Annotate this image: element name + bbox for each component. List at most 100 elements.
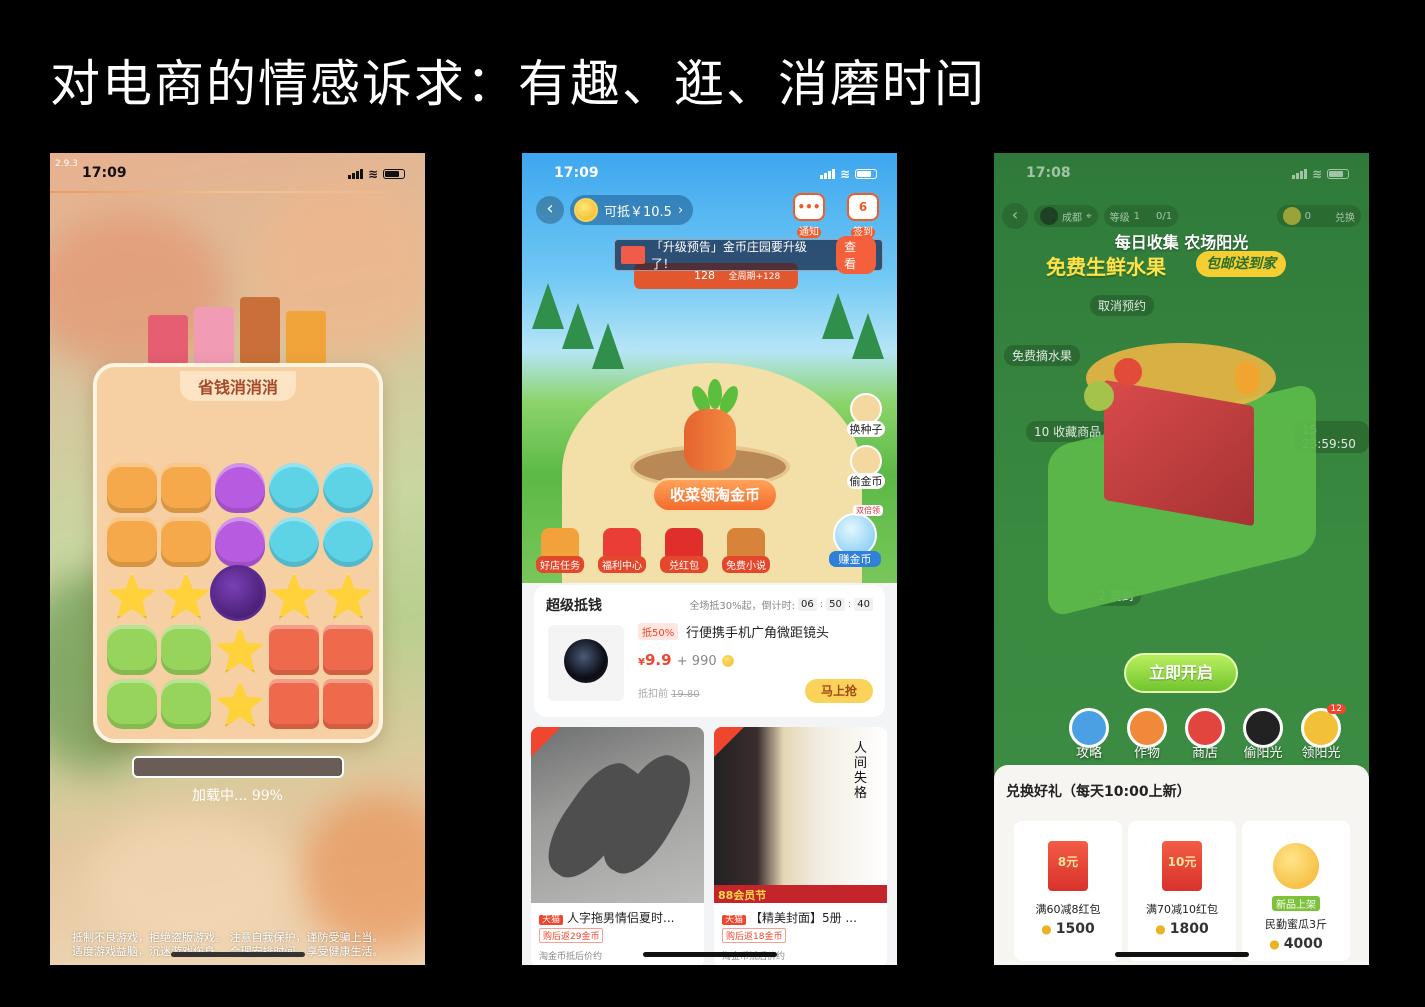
avatar [1040,207,1058,225]
green-tile[interactable] [107,625,157,675]
cyan-tile[interactable] [269,517,319,567]
orange-tile[interactable] [107,517,157,567]
cotton-candy-shop-icon [194,307,234,363]
tree-icon [822,293,854,339]
product-card-books[interactable]: 88会员节 人间失格 天猫 【精美封面】5册 ... 购后返18金币 淘金币抵后价… [714,727,887,965]
status-time: 17:09 [554,165,599,181]
home-indicator[interactable] [1114,952,1249,957]
cyan-tile[interactable] [269,463,319,513]
mini-label: 福利中心 [598,556,646,573]
change-seed-label: 换种子 [847,421,885,437]
back-button[interactable]: ‹ [1002,203,1028,229]
battery-icon [383,169,405,179]
loading-progress-bar [132,756,344,778]
store-button[interactable]: 商店 [1182,708,1228,761]
yellow-star-tile[interactable] [162,572,210,619]
mini-label: 兑红包 [660,556,708,573]
gift-name: 民勤蜜瓜3斤 [1265,918,1327,931]
deal-meta: 全场抵30%起，倒计时: [689,601,796,612]
harvest-button[interactable]: 收菜领淘金币 [652,478,778,512]
nav-label: 作物 [1133,746,1160,761]
tree-icon [562,303,594,349]
crops-button[interactable]: 作物 [1124,708,1170,761]
deal-countdown: 全场抵30%起，倒计时: 06:50:40 [689,597,873,612]
status-bar: 17:08 ≋ [994,153,1369,193]
gift-card[interactable]: 8元 满60减8红包 1500 [1014,821,1122,961]
user-location-pill[interactable]: 成都 ⌖ [1034,205,1098,227]
carrot-crop-icon[interactable] [684,409,736,471]
guide-button[interactable]: 攻略 [1066,708,1112,761]
sunshine-pill[interactable]: 0 兑换 [1276,205,1361,227]
get-sunshine-button[interactable]: 领阳光 12 [1298,704,1346,761]
farm-top-bar: ‹ 可抵￥10.5 › [536,195,694,225]
battery-icon [1327,169,1349,179]
red-tile[interactable] [269,625,319,675]
yellow-star-tile[interactable] [270,572,318,619]
purple-heart-tile[interactable] [215,517,265,567]
yellow-star-tile[interactable] [108,572,156,619]
free-novel-button[interactable]: 免费小说 [722,528,770,573]
gift-card[interactable]: 新品上架 民勤蜜瓜3斤 4000 [1242,821,1350,961]
product-name[interactable]: 行便携手机广角微距镜头 [686,622,829,641]
card-title-text: 【精美封面】5册 ... [750,911,857,925]
purple-heart-tile[interactable] [215,463,265,513]
earn-coin-label: 赚金币 [829,551,881,567]
cancel-reservation-tag[interactable]: 取消预约 [1090,295,1155,316]
discount-badge: 抵50% [638,623,679,640]
free-fruit-tag[interactable]: 免费摘水果 [1004,345,1081,366]
collect-button[interactable]: 兑换 [1335,209,1355,224]
countdown-minutes: 50 [826,598,845,611]
yellow-star-tile[interactable] [324,572,372,619]
gift-card[interactable]: 10元 满70减10红包 1800 [1128,821,1236,961]
book-set-image: 88会员节 人间失格 [714,727,887,903]
welfare-center-button[interactable]: 福利中心 [598,528,646,573]
level-pill[interactable]: 等级 1 0/1 [1103,205,1179,227]
coin-balance-pill[interactable]: 可抵￥10.5 › [570,195,694,225]
camera-lens-image[interactable] [548,625,624,701]
earn-coin-button[interactable]: 双倍领 赚金币 [829,505,883,567]
nav-label: 偷阳光 [1243,746,1283,761]
cyan-tile[interactable] [323,463,373,513]
deal-title: 超级抵钱 [546,598,602,614]
red-tile[interactable] [323,679,373,729]
orange-tile[interactable] [107,463,157,513]
orange-tile[interactable] [161,517,211,567]
tmall-tag: 天猫 [722,915,747,925]
yellow-star-tile[interactable] [216,680,264,727]
tmall-tag: 天猫 [539,915,564,925]
super-deal-card[interactable]: 超级抵钱 全场抵30%起，倒计时: 06:50:40 抵50% 行便携手机广角微… [534,585,885,717]
farm-nav-row: 攻略 作物 商店 偷阳光 领阳光 12 [1066,704,1346,761]
redeem-red-packet-button[interactable]: 兑红包 [660,528,708,573]
yellow-star-tile[interactable] [216,626,264,673]
sun-count: 0 [1304,210,1311,222]
red-tile[interactable] [323,625,373,675]
grab-now-button[interactable]: 马上抢 [805,679,873,703]
open-now-button[interactable]: 立即开启 [1124,653,1238,693]
green-tile[interactable] [161,625,211,675]
notify-button[interactable]: ••• 通知 [792,193,826,238]
upgrade-notice-banner[interactable]: 「升级预告」金币庄园要升级了！ 查看 [614,236,883,274]
banner-view-button[interactable]: 查看 [836,236,876,274]
back-button[interactable]: ‹ [536,196,564,224]
orange-tile[interactable] [161,463,211,513]
home-indicator[interactable] [170,952,305,957]
green-tile[interactable] [161,679,211,729]
double-tag: 双倍领 [853,505,883,516]
home-indicator[interactable] [642,952,777,957]
tree-icon [592,323,624,369]
signin-button[interactable]: 6 签到 [846,193,880,238]
shop-task-button[interactable]: 好店任务 [536,528,584,573]
steal-coin-button[interactable]: 偷金币 [847,445,885,489]
green-tile[interactable] [107,679,157,729]
cyan-tile[interactable] [323,517,373,567]
bomb-special-icon[interactable] [210,565,266,621]
slide-title: 对电商的情感诉求：有趣、逛、消磨时间 [50,55,986,113]
notify-label: 通知 [797,227,821,238]
chat-bubble-icon: ••• [793,193,825,221]
steal-sunshine-button[interactable]: 偷阳光 [1240,708,1286,761]
change-seed-button[interactable]: 换种子 [847,393,885,437]
card-title-text: 人字拖男情侣夏时... [567,911,675,925]
red-tile[interactable] [269,679,319,729]
product-card-flipflops[interactable]: 天猫 人字拖男情侣夏时... 购后返29金币 淘金币抵后价约 [531,727,704,965]
orig-price: 19.80 [671,689,700,700]
